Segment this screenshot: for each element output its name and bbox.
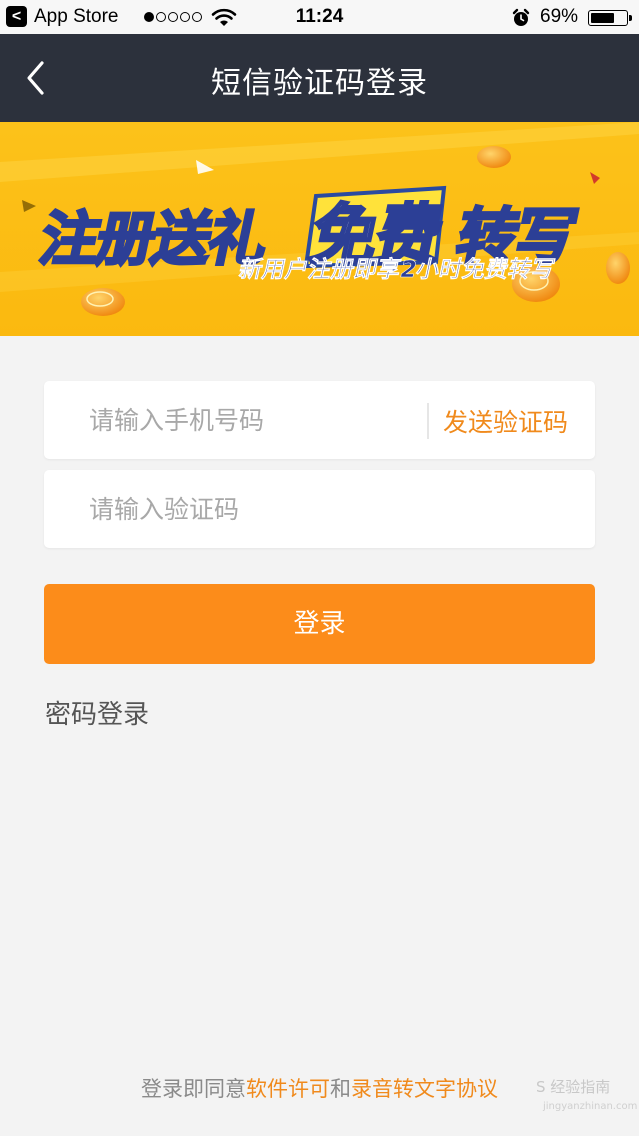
agreement-conjunction: 和 xyxy=(330,1077,351,1101)
promo-banner[interactable]: 注册送礼 免费 转写 新用户注册即享2小时免费转写 xyxy=(0,122,639,336)
coin-icon xyxy=(477,146,511,168)
watermark: S 经验指南 xyxy=(536,1078,611,1096)
watermark-url: jingyanzhinan.com xyxy=(543,1101,638,1112)
coin-icon xyxy=(606,252,630,284)
send-code-button[interactable]: 发送验证码 xyxy=(443,403,568,439)
alarm-icon xyxy=(512,8,530,26)
status-bar: < App Store 11:24 69% xyxy=(0,0,639,34)
password-login-link[interactable]: 密码登录 xyxy=(45,694,149,731)
phone-number-input[interactable] xyxy=(44,381,424,459)
agreement-prefix: 登录即同意 xyxy=(141,1077,246,1101)
login-button[interactable]: 登录 xyxy=(44,584,595,664)
page-title: 短信验证码登录 xyxy=(211,66,428,101)
banner-subline: 新用户注册即享2小时免费转写 xyxy=(236,257,558,284)
code-input-card xyxy=(44,470,595,548)
battery-percent: 69% xyxy=(540,6,579,27)
sparkle-icon xyxy=(22,200,36,212)
license-link[interactable]: 软件许可 xyxy=(246,1077,330,1101)
nav-bar: 短信验证码登录 xyxy=(0,34,639,122)
coin-icon xyxy=(81,288,125,316)
protocol-link[interactable]: 录音转文字协议 xyxy=(351,1077,498,1101)
phone-input-card: 发送验证码 xyxy=(44,381,595,459)
divider xyxy=(427,403,429,439)
battery-level xyxy=(591,13,615,23)
banner-headline-left: 注册送礼 xyxy=(33,204,274,275)
battery-icon xyxy=(588,10,632,26)
verification-code-input[interactable] xyxy=(44,470,595,548)
